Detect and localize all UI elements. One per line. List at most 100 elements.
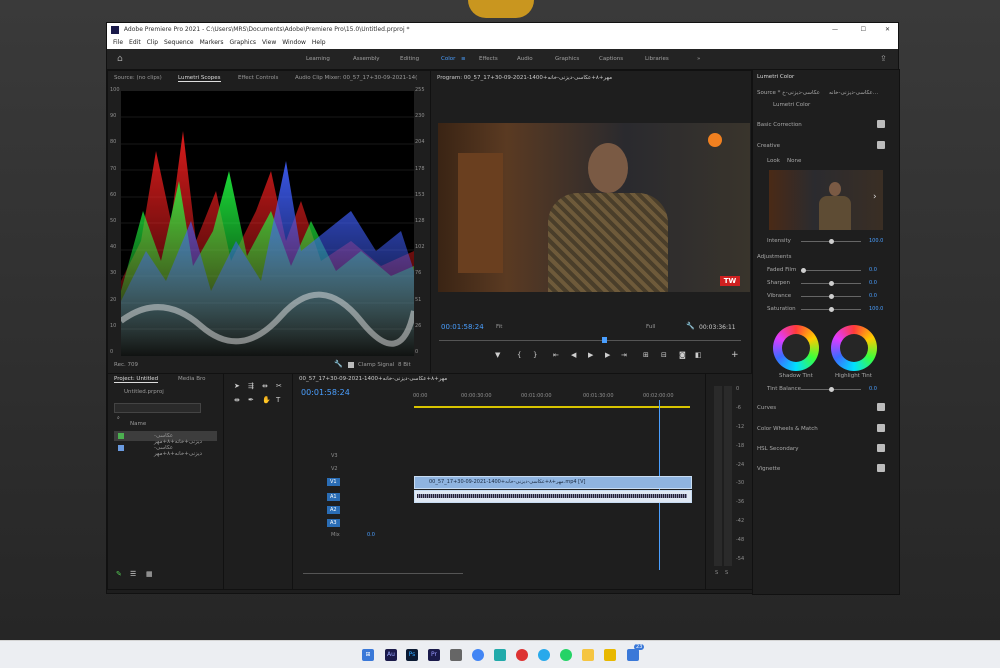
- program-scrubber[interactable]: [439, 340, 741, 341]
- tab-project[interactable]: Project: Untitled: [114, 376, 159, 383]
- menu-markers[interactable]: Markers: [200, 39, 224, 46]
- track-select-icon[interactable]: ⇶: [248, 382, 254, 390]
- insert-icon[interactable]: ⊞: [643, 351, 649, 359]
- overwrite-icon[interactable]: ⊟: [661, 351, 667, 359]
- app-icon[interactable]: [516, 649, 528, 661]
- section-basic-correction[interactable]: Basic Correction: [757, 122, 802, 128]
- adjustment-value[interactable]: 100.0: [869, 306, 883, 312]
- icon-view-icon[interactable]: ▦: [146, 570, 153, 578]
- adjustment-value[interactable]: 0.0: [869, 293, 877, 299]
- lumetri-effect-select[interactable]: Lumetri Color: [773, 102, 810, 108]
- program-playhead[interactable]: [602, 337, 607, 343]
- go-to-out-icon[interactable]: ⇥: [621, 351, 627, 359]
- premiere-icon[interactable]: Pr: [428, 649, 440, 661]
- folder-icon[interactable]: [582, 649, 594, 661]
- workspace-menu-icon[interactable]: ≡: [461, 49, 466, 69]
- list-item[interactable]: عکاسی-دیزنی+خانه+۸+مهر: [114, 431, 217, 445]
- tab-media-browser[interactable]: Media Bro: [178, 376, 206, 382]
- track-v1-label[interactable]: V1: [327, 478, 340, 486]
- close-button[interactable]: ✕: [885, 23, 890, 37]
- start-icon[interactable]: ⊞: [362, 649, 374, 661]
- adjustment-slider[interactable]: [801, 268, 861, 273]
- app-icon[interactable]: [627, 649, 639, 661]
- section-hsl-secondary[interactable]: HSL Secondary: [757, 446, 799, 452]
- track-a1-label[interactable]: A1: [327, 493, 340, 501]
- timeline-timecode[interactable]: 00:01:58:24: [301, 388, 350, 397]
- go-to-in-icon[interactable]: ⇤: [553, 351, 559, 359]
- vignette-checkbox[interactable]: [877, 464, 885, 472]
- marker-icon[interactable]: ▼: [495, 351, 500, 359]
- selection-tool-icon[interactable]: ➤: [234, 382, 240, 390]
- solo-right-button[interactable]: S: [725, 570, 728, 576]
- quality-select[interactable]: Full: [646, 324, 655, 330]
- telegram-icon[interactable]: [538, 649, 550, 661]
- tint-balance-slider[interactable]: [801, 387, 861, 392]
- slip-tool-icon[interactable]: ⇼: [234, 396, 240, 404]
- tab-lumetri-scopes[interactable]: Lumetri Scopes: [178, 75, 221, 82]
- next-look-icon[interactable]: ›: [873, 192, 877, 202]
- step-back-icon[interactable]: ◀: [571, 351, 576, 359]
- ripple-edit-icon[interactable]: ⇹: [262, 382, 268, 390]
- audition-icon[interactable]: Au: [385, 649, 397, 661]
- adjustment-knob[interactable]: [829, 281, 834, 286]
- app-icon[interactable]: [604, 649, 616, 661]
- basic-correction-checkbox[interactable]: [877, 120, 885, 128]
- tab-source[interactable]: Source: (no clips): [114, 75, 162, 81]
- audio-clip[interactable]: [414, 490, 692, 503]
- lumetri-target[interactable]: عکاسی-دیزنی-خانه...: [829, 90, 878, 96]
- fit-select[interactable]: Fit: [496, 324, 502, 330]
- hsl-secondary-checkbox[interactable]: [877, 444, 885, 452]
- workspace-captions[interactable]: Captions: [599, 49, 623, 69]
- home-icon[interactable]: ⌂: [117, 49, 123, 69]
- workspace-graphics[interactable]: Graphics: [555, 49, 579, 69]
- adjustment-slider[interactable]: [801, 294, 861, 299]
- section-creative[interactable]: Creative: [757, 143, 780, 149]
- section-vignette[interactable]: Vignette: [757, 466, 780, 472]
- pen-tool-icon[interactable]: ✒: [248, 396, 254, 404]
- track-a2-label[interactable]: A2: [327, 506, 340, 514]
- section-color-wheels[interactable]: Color Wheels & Match: [757, 426, 818, 432]
- tint-balance-knob[interactable]: [829, 387, 834, 392]
- type-tool-icon[interactable]: T: [276, 396, 280, 404]
- lumetri-source[interactable]: Source * عکاسی-دیزنی-خ: [757, 90, 820, 96]
- wrench-icon[interactable]: 🔧: [334, 360, 343, 368]
- workspace-editing[interactable]: Editing: [400, 49, 419, 69]
- intensity-slider[interactable]: [801, 239, 861, 244]
- add-button-icon[interactable]: +: [731, 350, 739, 360]
- shadow-tint-wheel[interactable]: [773, 325, 819, 371]
- play-icon[interactable]: ▶: [588, 351, 593, 359]
- mix-value[interactable]: 0.0: [367, 532, 375, 538]
- menu-clip[interactable]: Clip: [147, 39, 158, 46]
- more-workspaces-icon[interactable]: »: [697, 49, 700, 69]
- workspace-assembly[interactable]: Assembly: [353, 49, 380, 69]
- bit-depth-select[interactable]: 8 Bit: [398, 362, 411, 368]
- menu-file[interactable]: File: [113, 39, 123, 46]
- track-v3-label[interactable]: V3: [331, 453, 338, 459]
- look-preview[interactable]: ›: [769, 170, 883, 230]
- chrome-icon[interactable]: [472, 649, 484, 661]
- maximize-button[interactable]: ☐: [861, 23, 866, 37]
- look-select[interactable]: None: [787, 158, 801, 164]
- creative-checkbox[interactable]: [877, 141, 885, 149]
- track-v2-label[interactable]: V2: [331, 466, 338, 472]
- adjustment-knob[interactable]: [801, 268, 806, 273]
- intensity-knob[interactable]: [829, 239, 834, 244]
- workspace-audio[interactable]: Audio: [517, 49, 533, 69]
- work-area-bar[interactable]: [414, 406, 690, 408]
- workspace-libraries[interactable]: Libraries: [645, 49, 669, 69]
- program-timecode[interactable]: 00:01:58:24: [441, 323, 484, 331]
- highlight-tint-wheel[interactable]: [831, 325, 877, 371]
- adjustment-slider[interactable]: [801, 307, 861, 312]
- project-search-input[interactable]: ⌕: [114, 403, 201, 421]
- intensity-value[interactable]: 100.0: [869, 238, 883, 244]
- workspace-color[interactable]: Color: [441, 49, 455, 69]
- workspace-learning[interactable]: Learning: [306, 49, 330, 69]
- adjustment-value[interactable]: 0.0: [869, 267, 877, 273]
- adjustment-knob[interactable]: [829, 307, 834, 312]
- adjustment-slider[interactable]: [801, 281, 861, 286]
- track-a3-label[interactable]: A3: [327, 519, 340, 527]
- menu-edit[interactable]: Edit: [129, 39, 141, 46]
- curves-checkbox[interactable]: [877, 403, 885, 411]
- tab-audio-clip-mixer[interactable]: Audio Clip Mixer: 00_57_17+30-09-2021-14…: [295, 75, 417, 81]
- adjustment-value[interactable]: 0.0: [869, 280, 877, 286]
